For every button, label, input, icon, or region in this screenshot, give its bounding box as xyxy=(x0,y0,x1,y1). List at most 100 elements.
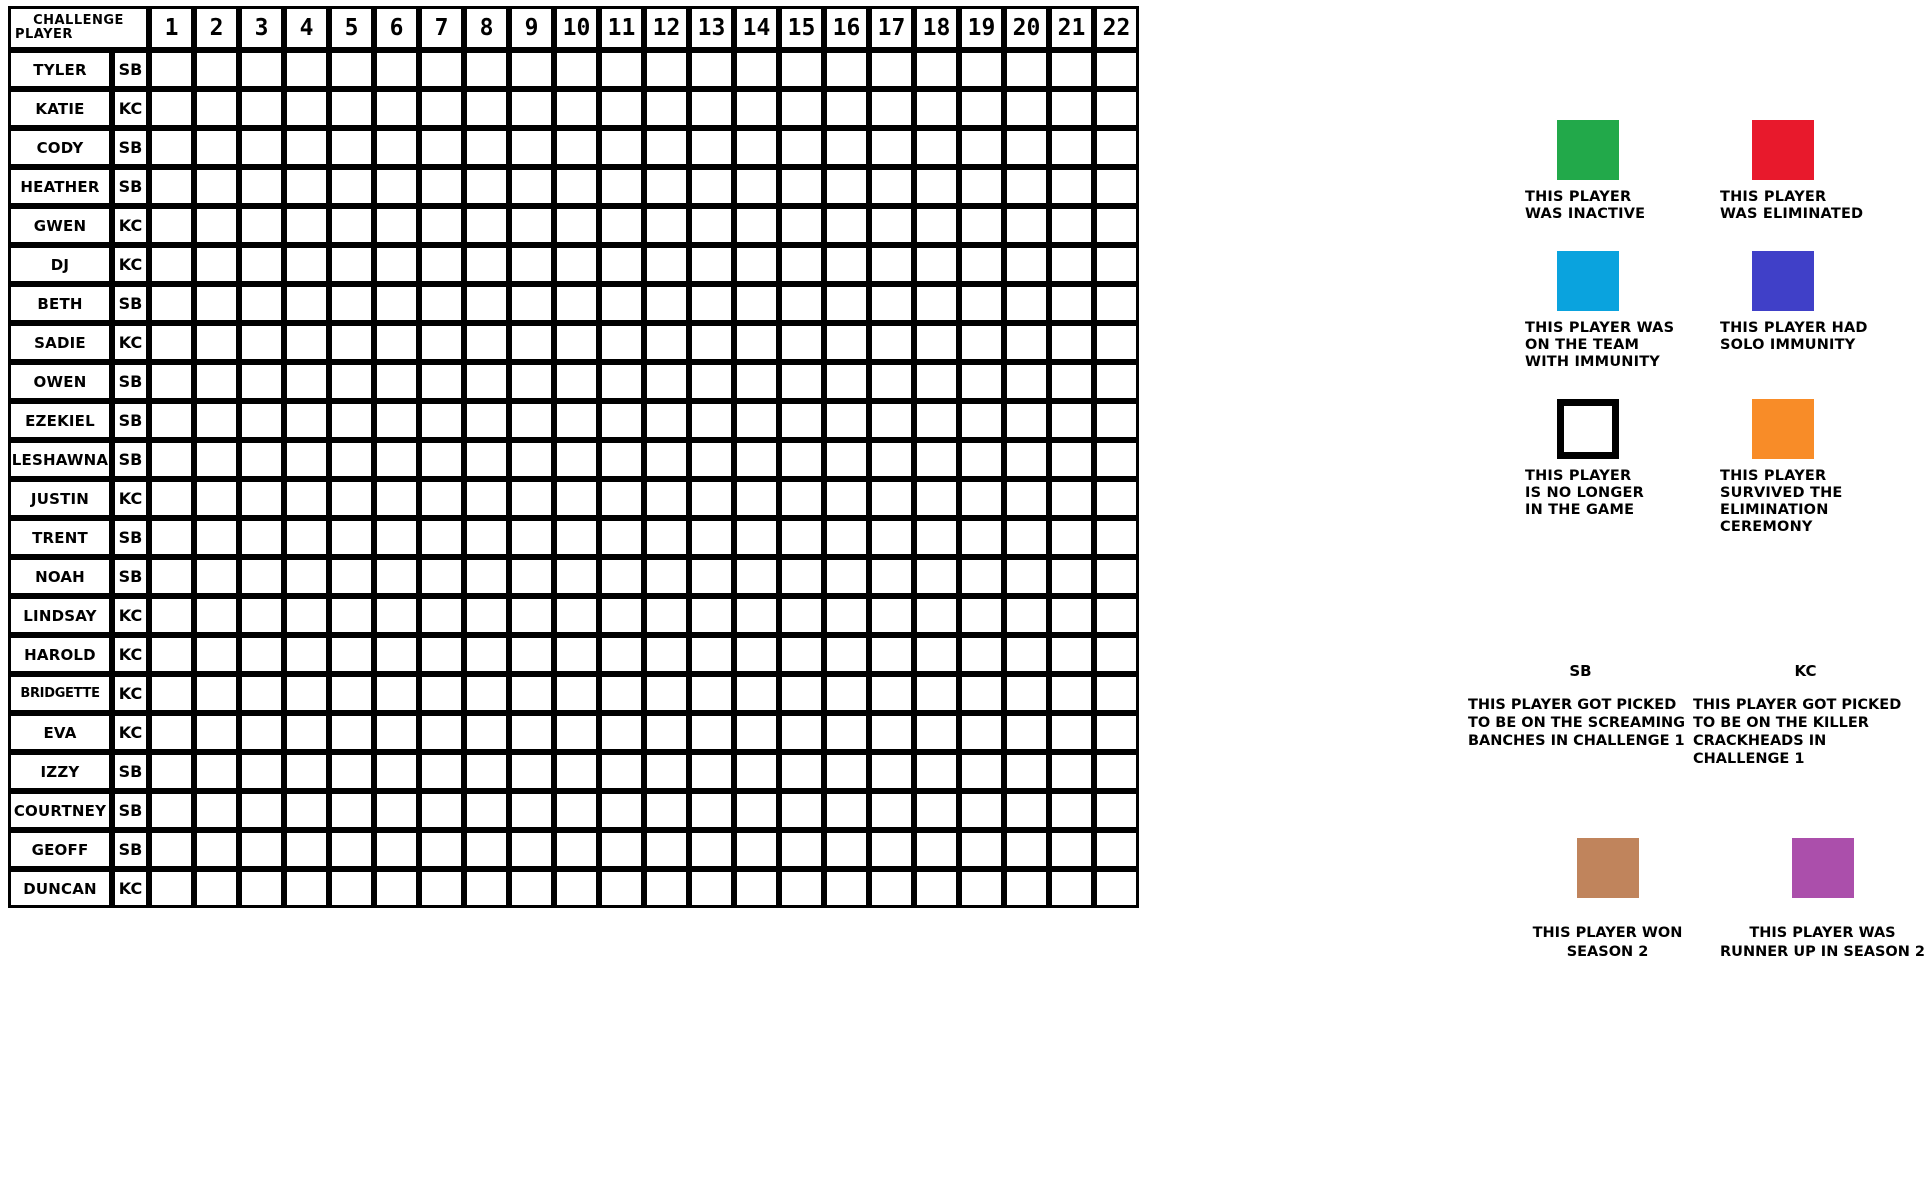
status-cell xyxy=(374,596,419,635)
status-cell xyxy=(554,362,599,401)
status-cell xyxy=(599,401,644,440)
player-name-cell: DUNCAN xyxy=(8,869,112,908)
status-cell xyxy=(284,128,329,167)
status-cell xyxy=(554,479,599,518)
status-cell xyxy=(239,440,284,479)
status-cell xyxy=(914,89,959,128)
status-cell xyxy=(509,323,554,362)
status-cell xyxy=(419,752,464,791)
status-cell xyxy=(329,401,374,440)
status-cell xyxy=(194,284,239,323)
status-cell xyxy=(329,362,374,401)
status-cell xyxy=(869,167,914,206)
status-cell xyxy=(239,518,284,557)
status-cell xyxy=(239,713,284,752)
status-cell xyxy=(419,674,464,713)
player-team-cell: SB xyxy=(112,830,149,869)
status-cell xyxy=(689,830,734,869)
player-name-cell: HEATHER xyxy=(8,167,112,206)
status-cell xyxy=(374,323,419,362)
status-cell xyxy=(329,635,374,674)
status-cell xyxy=(284,245,329,284)
table-row: LINDSAY KC xyxy=(8,596,1139,635)
status-cell xyxy=(824,557,869,596)
status-cell xyxy=(779,362,824,401)
status-cell xyxy=(644,596,689,635)
status-cell xyxy=(734,245,779,284)
status-cell xyxy=(194,830,239,869)
status-cell xyxy=(689,596,734,635)
status-cell xyxy=(1049,362,1094,401)
winners-legend: THIS PLAYER WON SEASON 2 THIS PLAYER WAS RU… xyxy=(1500,838,1924,962)
status-cell xyxy=(824,89,869,128)
legend-swatch-inact xyxy=(1557,120,1619,180)
status-cell xyxy=(329,830,374,869)
status-cell xyxy=(1094,401,1139,440)
status-cell xyxy=(149,284,194,323)
status-cell xyxy=(239,128,284,167)
status-cell xyxy=(959,401,1004,440)
table-row: JUSTIN KC xyxy=(8,479,1139,518)
column-header-11: 11 xyxy=(599,6,644,50)
status-cell xyxy=(959,128,1004,167)
status-cell xyxy=(194,635,239,674)
player-name-cell: OWEN xyxy=(8,362,112,401)
table-row: GEOFF SB xyxy=(8,830,1139,869)
legend-row: THIS PLAYER WAS INACTIVE THIS PLAYER WAS EL… xyxy=(1525,120,1915,223)
player-team-cell: SB xyxy=(112,401,149,440)
legend-label: THIS PLAYER SURVIVED THE ELIMINATION CEREMO… xyxy=(1720,468,1915,536)
status-cell xyxy=(644,167,689,206)
status-cell xyxy=(149,869,194,908)
status-cell xyxy=(599,713,644,752)
status-cell xyxy=(689,323,734,362)
status-cell xyxy=(959,830,1004,869)
status-cell xyxy=(689,128,734,167)
player-team-cell: SB xyxy=(112,50,149,89)
table-row: NOAH SB xyxy=(8,557,1139,596)
legend-label-line: THIS PLAYER WAS xyxy=(1525,320,1675,336)
status-cell xyxy=(149,479,194,518)
status-cell xyxy=(374,89,419,128)
legend-label-line: WAS ELIMINATED xyxy=(1720,206,1864,222)
status-cell xyxy=(284,635,329,674)
status-cell xyxy=(779,323,824,362)
status-cell xyxy=(824,440,869,479)
status-cell xyxy=(239,167,284,206)
status-cell xyxy=(509,401,554,440)
status-cell xyxy=(554,830,599,869)
player-team-cell: KC xyxy=(112,245,149,284)
status-cell xyxy=(1094,323,1139,362)
status-cell xyxy=(779,440,824,479)
status-cell xyxy=(869,50,914,89)
player-name-cell: LESHAWNA xyxy=(8,440,112,479)
status-cell xyxy=(689,206,734,245)
table-row: GWEN KC xyxy=(8,206,1139,245)
player-name-cell: GWEN xyxy=(8,206,112,245)
status-cell xyxy=(1094,791,1139,830)
status-cell xyxy=(464,518,509,557)
status-cell xyxy=(329,128,374,167)
status-cell xyxy=(239,791,284,830)
player-team-cell: SB xyxy=(112,557,149,596)
status-cell xyxy=(824,791,869,830)
status-cell xyxy=(554,518,599,557)
status-cell xyxy=(869,323,914,362)
status-cell xyxy=(599,674,644,713)
table-row: SADIE KC xyxy=(8,323,1139,362)
status-cell xyxy=(1049,50,1094,89)
status-cell xyxy=(1049,869,1094,908)
status-cell xyxy=(779,89,824,128)
status-cell xyxy=(869,869,914,908)
status-cell xyxy=(1004,479,1049,518)
status-cell xyxy=(779,713,824,752)
legend-spacer xyxy=(1525,371,1915,399)
table-row: DUNCAN KC xyxy=(8,869,1139,908)
legend-label-line: IS NO LONGER xyxy=(1525,485,1644,501)
status-cell xyxy=(1094,206,1139,245)
status-cell xyxy=(239,401,284,440)
player-name-cell: KATIE xyxy=(8,89,112,128)
status-cell xyxy=(1004,596,1049,635)
winners-legend-line: SEASON 2 xyxy=(1566,944,1649,960)
status-cell xyxy=(554,245,599,284)
status-cell xyxy=(464,206,509,245)
